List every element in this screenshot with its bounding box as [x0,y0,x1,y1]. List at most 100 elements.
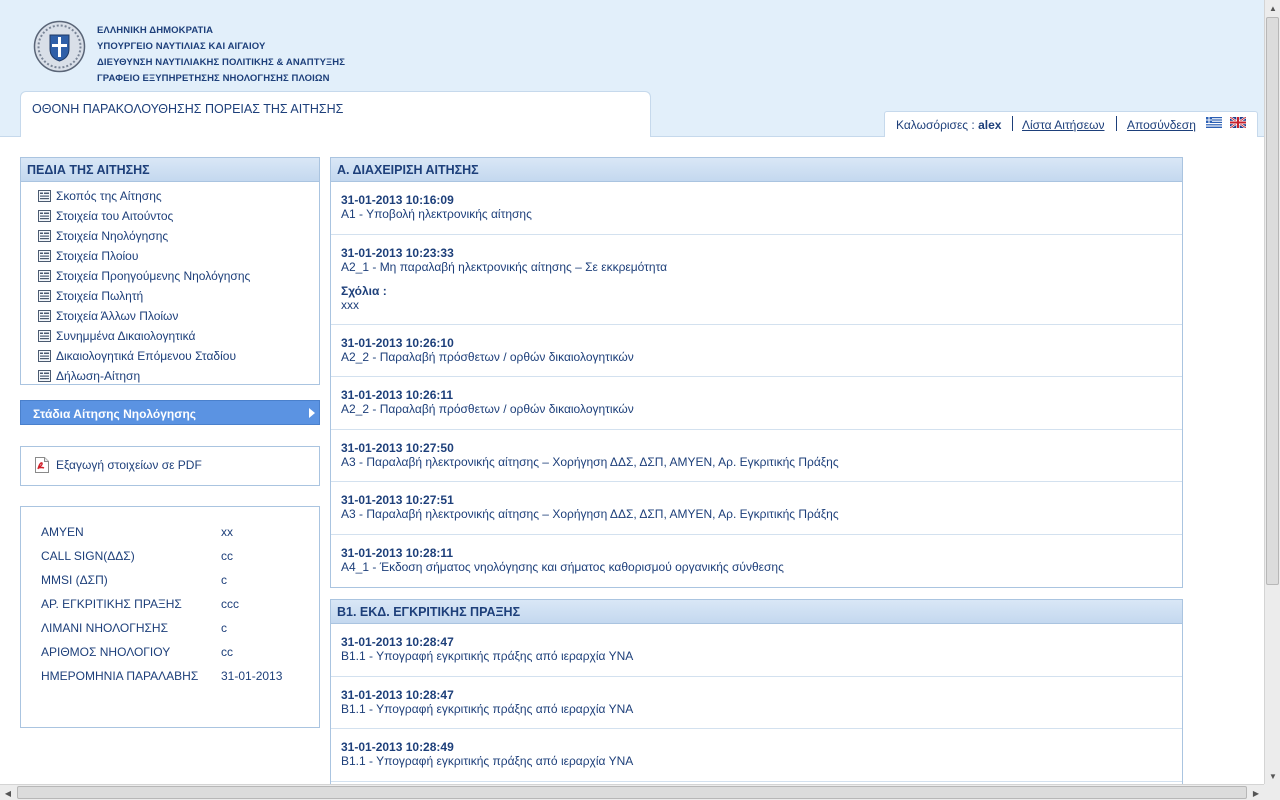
org-line: ΥΠΟΥΡΓΕΙΟ ΝΑΥΤΙΛΙΑΣ ΚΑΙ ΑΙΓΑΙΟΥ [97,41,266,52]
entry-timestamp: 31-01-2013 10:26:10 [341,336,454,350]
pdf-export-link[interactable]: Εξαγωγή στοιχείων σε PDF [35,457,202,473]
history-entry: 31-01-2013 10:28:11 Α4_1 - Έκδοση σήματο… [331,535,1182,587]
horizontal-scroll-thumb[interactable] [17,786,1247,799]
field-item[interactable]: Σκοπός της Αίτησης [21,186,319,206]
entry-description: Α2_1 - Μη παραλαβή ηλεκτρονικής αίτησης … [341,260,668,274]
entry-description: Α3 - Παραλαβή ηλεκτρονικής αίτησης – Χορ… [341,507,839,521]
history-entry: 31-01-2013 10:28:47 Β1.1 - Υπογραφή εγκρ… [331,677,1182,729]
info-value: cc [221,645,233,659]
entry-comments-label: Σχόλια : [341,284,387,298]
greek-flag-icon[interactable] [1206,117,1222,128]
entry-description: Β1.1 - Υπογραφή εγκριτικής πράξης από ιε… [341,702,634,716]
info-key: ΑΡΙΘΜΟΣ ΝΗΟΛΟΓΙΟΥ [41,645,171,659]
entry-description: Α2_2 - Παραλαβή πρόσθετων / ορθών δικαιο… [341,350,634,364]
application-management-section: Α. ΔΙΑΧΕΙΡΙΣΗ ΑΙΤΗΣΗΣ 31-01-2013 10:16:0… [330,157,1183,588]
field-item-label: Στοιχεία Προηγούμενης Νηολόγησης [56,269,251,283]
info-key: ΗΜΕΡΟΜΗΝΙΑ ΠΑΡΑΛΑΒΗΣ [41,669,199,683]
field-item-label: Σκοπός της Αίτησης [56,189,162,203]
welcome-label: Καλωσόρισες : [896,118,979,132]
entry-timestamp: 31-01-2013 10:26:11 [341,388,454,402]
registration-stages-button[interactable]: Στάδια Αίτησης Νηολόγησης [20,400,320,425]
username: alex [978,118,1002,132]
field-item-label: Στοιχεία Νηολόγησης [56,229,169,243]
history-entry: 31-01-2013 10:23:33 Α2_1 - Μη παραλαβή η… [331,235,1182,325]
info-value: cc [221,549,233,563]
horizontal-scrollbar[interactable]: ◀ ▶ [0,784,1264,800]
info-row: ΛΙΜΑΝΙ ΝΗΟΛΟΓΗΣΗΣ c [41,621,301,645]
field-item-label: Στοιχεία Πλοίου [56,249,139,263]
section-b-title: Β1. ΕΚΔ. ΕΓΚΡΙΤΙΚΗΣ ΠΡΑΞΗΣ [331,600,1182,624]
uk-flag-icon[interactable] [1230,117,1246,128]
entry-comments: xxx [341,298,359,312]
info-row: ΑΜΥΕΝ xx [41,525,301,549]
history-entry: 31-01-2013 10:26:10 Α2_2 - Παραλαβή πρόσ… [331,325,1182,377]
logout-link[interactable]: Αποσύνδεση [1127,118,1196,132]
applications-list-link[interactable]: Λίστα Αιτήσεων [1022,118,1104,132]
info-key: ΑΜΥΕΝ [41,525,84,539]
entry-timestamp: 31-01-2013 10:16:09 [341,193,454,207]
entry-description: Β1.1 - Υπογραφή εγκριτικής πράξης από ιε… [341,754,634,768]
pdf-export-panel: Εξαγωγή στοιχείων σε PDF [20,446,320,486]
pdf-export-label: Εξαγωγή στοιχείων σε PDF [56,458,202,472]
scroll-left-icon[interactable]: ◀ [0,785,16,800]
entry-timestamp: 31-01-2013 10:28:47 [341,688,454,702]
info-row: ΗΜΕΡΟΜΗΝΙΑ ΠΑΡΑΛΑΒΗΣ 31-01-2013 [41,669,301,693]
organization-lines: ΕΛΛΗΝΙΚΗ ΔΗΜΟΚΡΑΤΙΑ ΥΠΟΥΡΓΕΙΟ ΝΑΥΤΙΛΙΑΣ … [97,23,345,87]
field-item-label: Συνημμένα Δικαιολογητικά [56,329,196,343]
vertical-scrollbar[interactable]: ▲ ▼ [1264,0,1280,784]
vessel-info-panel: ΑΜΥΕΝ xx CALL SIGN(ΔΔΣ) cc MMSI (ΔΣΠ) c ΑΡ.… [20,506,320,728]
info-row: ΑΡΙΘΜΟΣ ΝΗΟΛΟΓΙΟΥ cc [41,645,301,669]
document-lines-icon [38,330,51,342]
entry-timestamp: 31-01-2013 10:27:51 [341,493,454,507]
field-item[interactable]: Στοιχεία του Αιτούντος [21,206,319,226]
field-item-label: Στοιχεία Άλλων Πλοίων [56,309,179,323]
vertical-scroll-thumb[interactable] [1266,17,1279,585]
field-item[interactable]: Στοιχεία Πλοίου [21,246,319,266]
field-item[interactable]: Στοιχεία Προηγούμενης Νηολόγησης [21,266,319,286]
org-line: ΕΛΛΗΝΙΚΗ ΔΗΜΟΚΡΑΤΙΑ [97,25,214,36]
info-value: xx [221,525,233,539]
document-lines-icon [38,310,51,322]
field-item[interactable]: Δήλωση-Αίτηση [21,366,319,386]
info-key: ΑΡ. ΕΓΚΡΙΤΙΚΗΣ ΠΡΑΞΗΣ [41,597,182,611]
scrollbar-corner [1264,784,1280,800]
stages-button-label: Στάδια Αίτησης Νηολόγησης [33,407,197,421]
field-item-label: Στοιχεία του Αιτούντος [56,209,174,223]
scroll-down-icon[interactable]: ▼ [1265,768,1280,784]
field-item[interactable]: Στοιχεία Πωλητή [21,286,319,306]
document-lines-icon [38,270,51,282]
scroll-up-icon[interactable]: ▲ [1265,0,1280,16]
scroll-right-icon[interactable]: ▶ [1248,785,1264,800]
document-lines-icon [38,370,51,382]
field-item[interactable]: Συνημμένα Δικαιολογητικά [21,326,319,346]
separator [1012,116,1013,131]
document-lines-icon [38,250,51,262]
info-value: c [221,573,227,587]
application-fields-panel: ΠΕΔΙΑ ΤΗΣ ΑΙΤΗΣΗΣ Σκοπός της Αίτησης Στο… [20,157,320,385]
entry-description: Α3 - Παραλαβή ηλεκτρονικής αίτησης – Χορ… [341,455,839,469]
fields-panel-title: ΠΕΔΙΑ ΤΗΣ ΑΙΤΗΣΗΣ [21,158,319,182]
separator [1116,116,1117,131]
entry-description: Β1.1 - Υπογραφή εγκριτικής πράξης από ιε… [341,649,634,663]
field-item[interactable]: Δικαιολογητικά Επόμενου Σταδίου [21,346,319,366]
info-key: MMSI (ΔΣΠ) [41,573,108,587]
approval-act-section: Β1. ΕΚΔ. ΕΓΚΡΙΤΙΚΗΣ ΠΡΑΞΗΣ 31-01-2013 10… [330,599,1183,789]
entry-description: Α4_1 - Έκδοση σήματος νηολόγησης και σήμ… [341,560,784,574]
history-entry: 31-01-2013 10:16:09 Α1 - Υποβολή ηλεκτρο… [331,182,1182,235]
field-item[interactable]: Στοιχεία Νηολόγησης [21,226,319,246]
document-lines-icon [38,210,51,222]
document-lines-icon [38,290,51,302]
entry-timestamp: 31-01-2013 10:28:11 [341,546,454,560]
info-key: CALL SIGN(ΔΔΣ) [41,549,135,563]
user-bar: Καλωσόρισες : alex Λίστα Αιτήσεων Αποσύν… [884,111,1258,137]
document-lines-icon [38,230,51,242]
document-lines-icon [38,190,51,202]
field-item[interactable]: Στοιχεία Άλλων Πλοίων [21,306,319,326]
info-value: ccc [221,597,239,611]
entry-timestamp: 31-01-2013 10:28:49 [341,740,454,754]
info-value: 31-01-2013 [221,669,283,683]
info-key: ΛΙΜΑΝΙ ΝΗΟΛΟΓΗΣΗΣ [41,621,169,635]
field-item-label: Δικαιολογητικά Επόμενου Σταδίου [56,349,237,363]
history-entry: 31-01-2013 10:27:51 Α3 - Παραλαβή ηλεκτρ… [331,482,1182,535]
info-value: c [221,621,227,635]
